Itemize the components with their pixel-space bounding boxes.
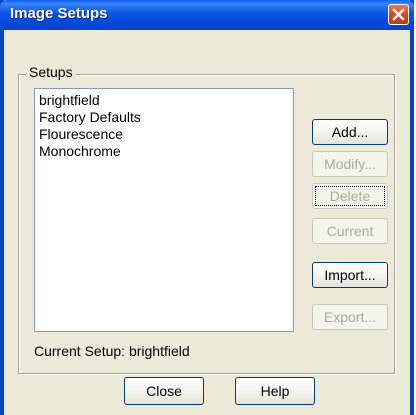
setups-group-label: Setups [26, 64, 76, 80]
title-bar[interactable]: Image Setups [0, 0, 414, 30]
window-title: Image Setups [10, 5, 108, 22]
close-icon[interactable] [388, 4, 409, 25]
setups-listbox[interactable]: brightfield Factory Defaults Flourescenc… [34, 88, 294, 332]
list-item[interactable]: Monochrome [39, 143, 289, 160]
current-setup-label: Current Setup: brightfield [34, 343, 190, 359]
add-button[interactable]: Add... [312, 119, 388, 145]
close-button[interactable]: Close [124, 377, 204, 405]
list-item[interactable]: brightfield [39, 92, 289, 109]
list-item[interactable]: Factory Defaults [39, 109, 289, 126]
list-item[interactable]: Flourescence [39, 126, 289, 143]
export-button[interactable]: Export... [312, 304, 388, 330]
delete-button[interactable]: Delete [312, 183, 388, 209]
current-button[interactable]: Current [312, 218, 388, 244]
modify-button[interactable]: Modify... [312, 151, 388, 177]
import-button[interactable]: Import... [312, 262, 388, 288]
help-button[interactable]: Help [235, 377, 315, 405]
